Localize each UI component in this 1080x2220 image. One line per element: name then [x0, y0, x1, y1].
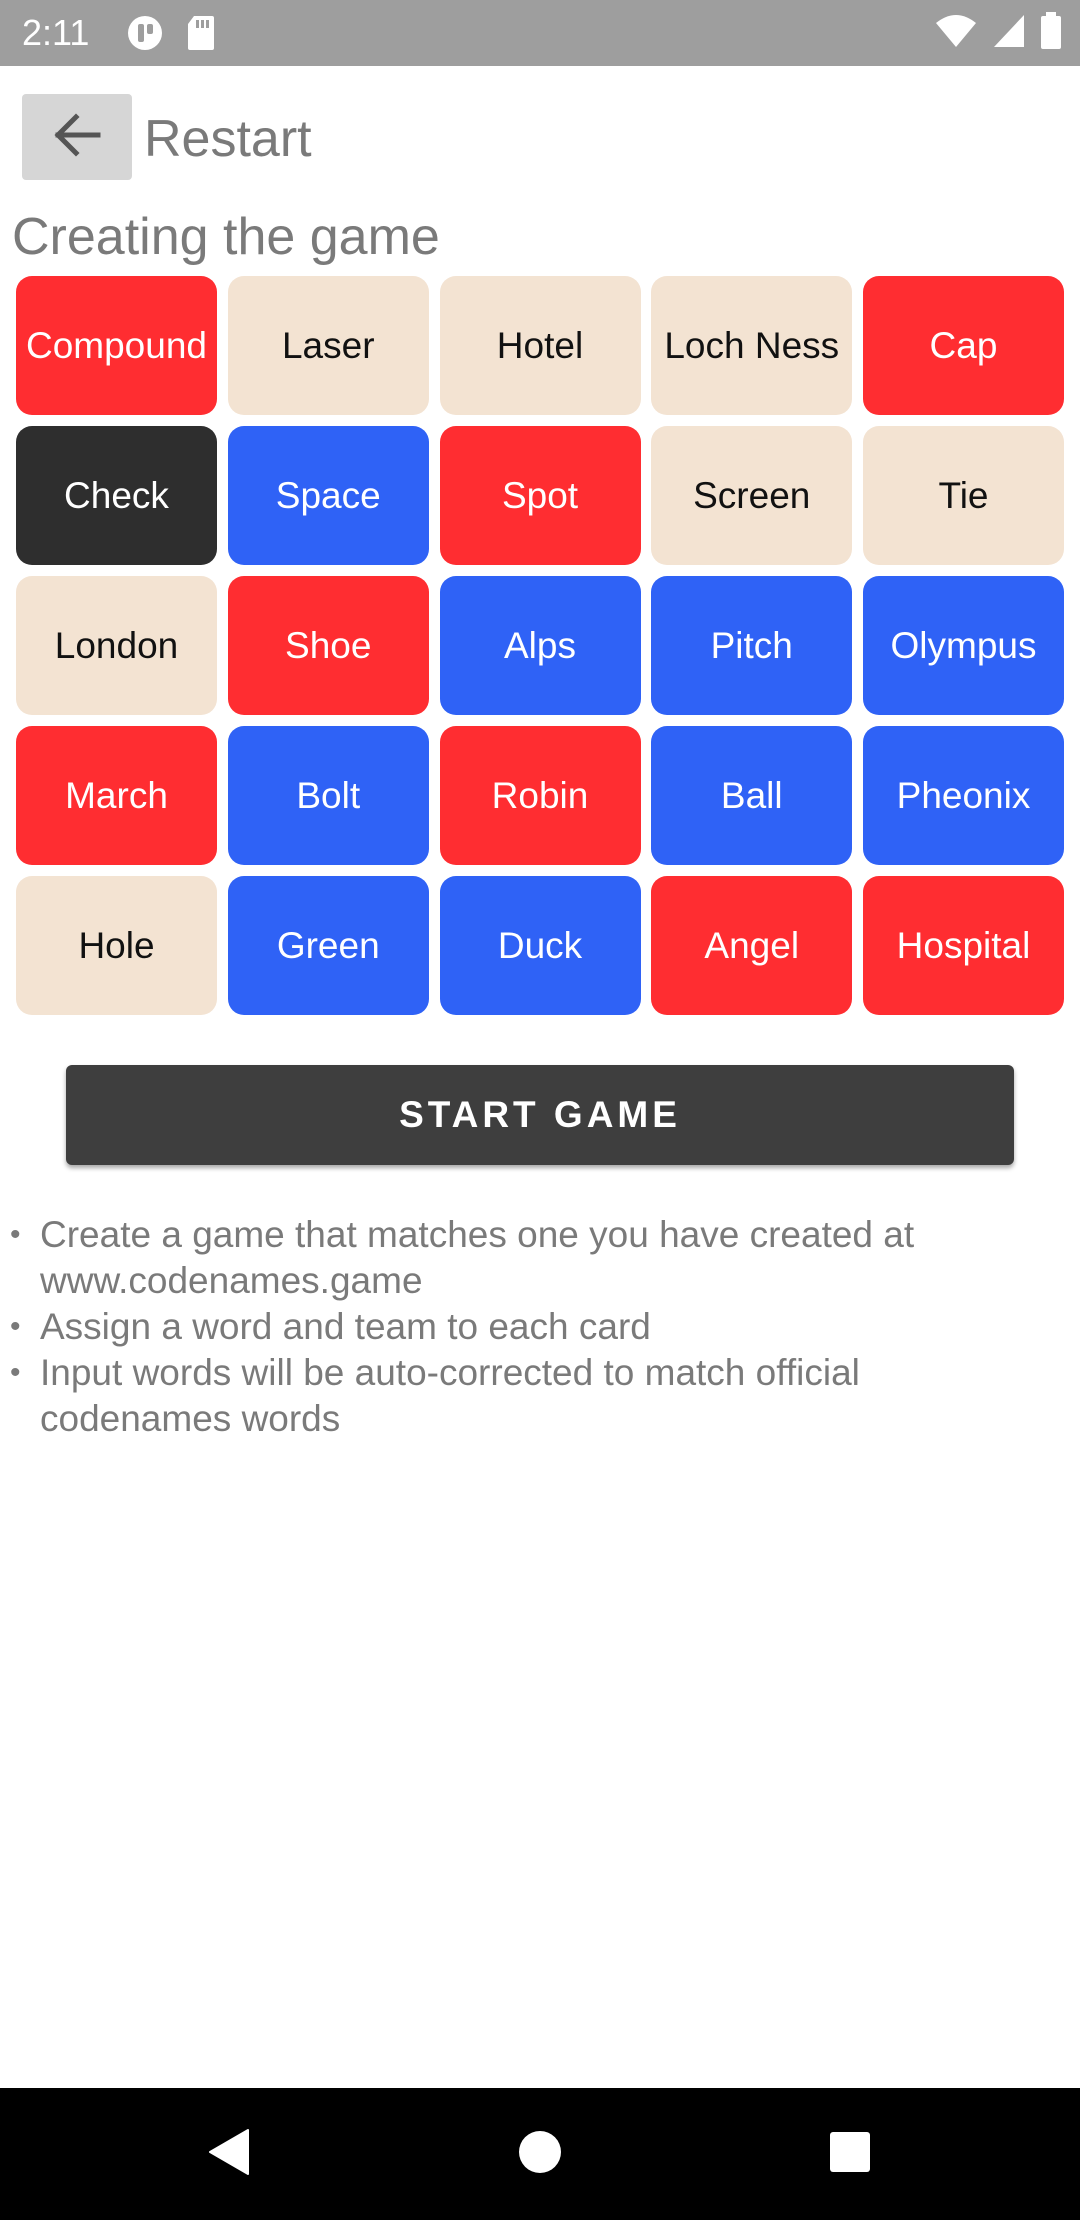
- home-circle-icon: [517, 2129, 563, 2180]
- battery-icon: [1040, 12, 1062, 50]
- card-red[interactable]: March: [16, 726, 217, 865]
- bullet-icon: •: [10, 1218, 21, 1251]
- card-neutral[interactable]: Hotel: [439, 276, 641, 415]
- back-triangle-icon: [206, 2128, 250, 2181]
- sd-card-icon: [186, 14, 216, 52]
- card-blue[interactable]: Space: [227, 426, 429, 565]
- navigation-bar: [0, 2088, 1080, 2220]
- instruction-item: • Input words will be auto-corrected to m…: [10, 1350, 1060, 1442]
- nav-home-button[interactable]: [512, 2126, 568, 2182]
- card-assassin[interactable]: Check: [16, 426, 217, 565]
- card-blue[interactable]: Duck: [439, 876, 641, 1015]
- card-red[interactable]: Spot: [439, 426, 641, 565]
- nav-recents-button[interactable]: [822, 2126, 878, 2182]
- arrow-left-icon: [52, 112, 102, 162]
- card-blue[interactable]: Pitch: [651, 576, 853, 715]
- instruction-text: Create a game that matches one you have …: [40, 1214, 915, 1301]
- card-red[interactable]: Robin: [439, 726, 641, 865]
- card-grid: Compound Laser Hotel Loch Ness Cap Check Space…: [16, 276, 1064, 1015]
- status-bar: 2:11: [0, 0, 1080, 66]
- card-neutral[interactable]: Laser: [227, 276, 429, 415]
- card-blue[interactable]: Ball: [651, 726, 853, 865]
- recents-square-icon: [828, 2130, 872, 2179]
- wifi-icon: [934, 13, 978, 49]
- card-neutral[interactable]: Screen: [651, 426, 853, 565]
- status-right-icons: [934, 12, 1062, 50]
- card-red[interactable]: Hospital: [863, 876, 1064, 1015]
- card-neutral[interactable]: Tie: [863, 426, 1064, 565]
- card-neutral[interactable]: Loch Ness: [651, 276, 853, 415]
- notification-app-icon: [126, 14, 166, 52]
- instruction-text: Assign a word and team to each card: [40, 1306, 651, 1347]
- start-game-button[interactable]: START GAME: [66, 1065, 1014, 1165]
- card-red[interactable]: Compound: [16, 276, 217, 415]
- card-blue[interactable]: Alps: [439, 576, 641, 715]
- restart-label: Restart: [144, 110, 312, 168]
- bullet-icon: •: [10, 1356, 21, 1389]
- instruction-text: Input words will be auto-corrected to ma…: [40, 1352, 860, 1439]
- card-blue[interactable]: Olympus: [863, 576, 1064, 715]
- screen: 2:11 Restart Creating the game Compound …: [0, 0, 1080, 2220]
- back-button[interactable]: [22, 94, 132, 180]
- card-blue[interactable]: Pheonix: [863, 726, 1064, 865]
- cell-signal-icon: [992, 13, 1026, 49]
- card-red[interactable]: Angel: [651, 876, 853, 1015]
- status-time: 2:11: [22, 12, 90, 53]
- card-neutral[interactable]: Hole: [16, 876, 217, 1015]
- card-neutral[interactable]: London: [16, 576, 217, 715]
- card-red[interactable]: Shoe: [227, 576, 429, 715]
- page-title: Creating the game: [12, 208, 440, 266]
- card-blue[interactable]: Green: [227, 876, 429, 1015]
- nav-back-button[interactable]: [200, 2126, 256, 2182]
- bullet-icon: •: [10, 1310, 21, 1343]
- instruction-item: • Assign a word and team to each card: [10, 1304, 1060, 1350]
- instruction-item: • Create a game that matches one you have…: [10, 1212, 1060, 1304]
- status-left-icons: [126, 14, 216, 52]
- card-red[interactable]: Cap: [863, 276, 1064, 415]
- card-blue[interactable]: Bolt: [227, 726, 429, 865]
- instructions-list: • Create a game that matches one you have…: [10, 1212, 1060, 1442]
